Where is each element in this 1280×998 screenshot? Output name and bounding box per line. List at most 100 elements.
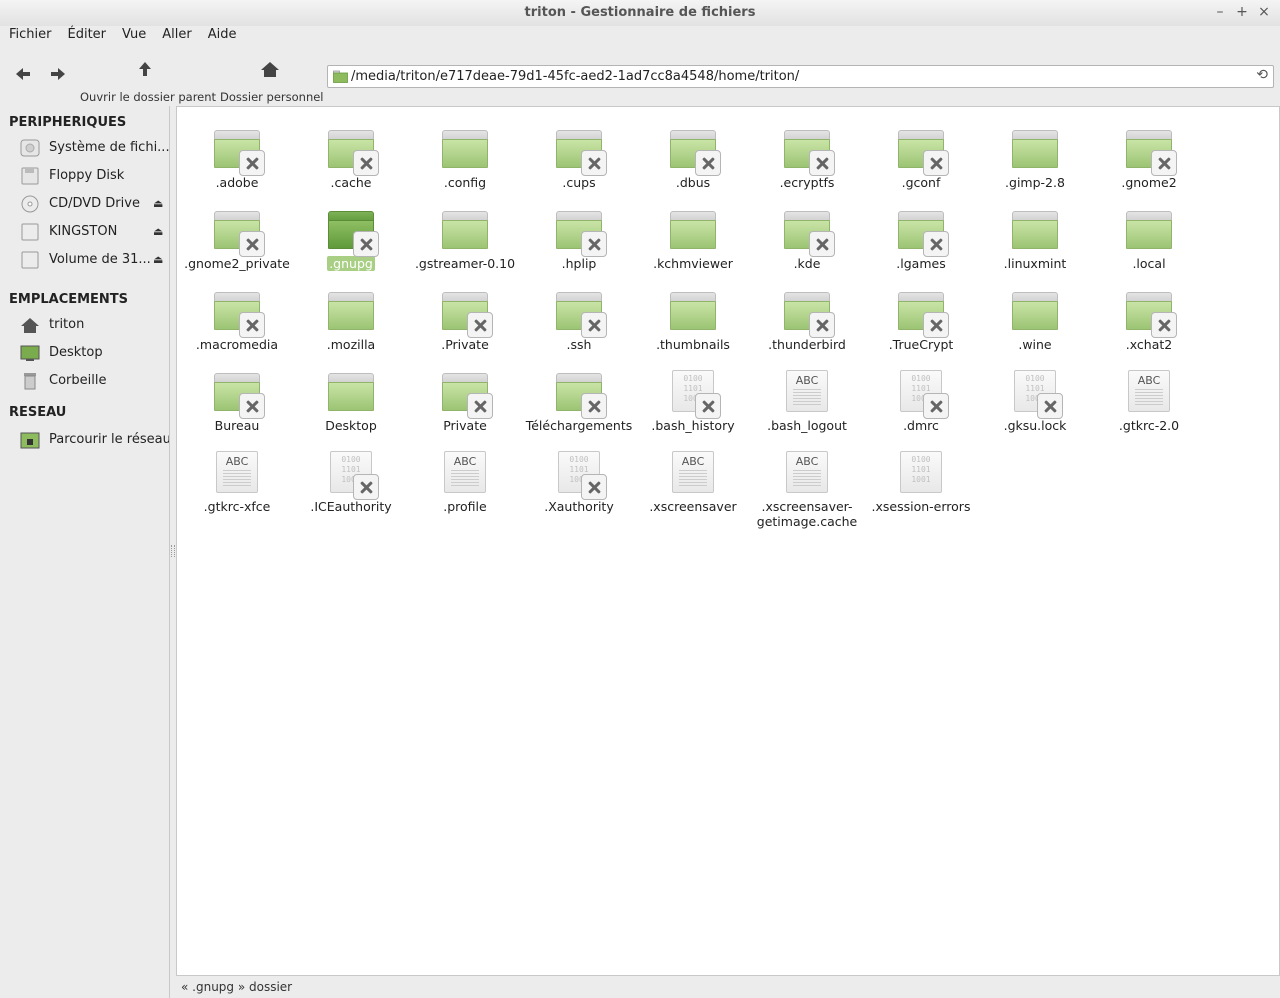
sidebar-item-triton[interactable]: triton [0, 311, 169, 339]
no-access-emblem-icon [923, 231, 949, 257]
path-input[interactable] [351, 67, 1246, 86]
file-item[interactable]: .cache [294, 122, 408, 203]
file-item[interactable]: ABC .gtkrc-xfce [180, 446, 294, 527]
no-access-emblem-icon [581, 312, 607, 338]
file-item[interactable]: .wine [978, 284, 1092, 365]
file-item[interactable]: Téléchargements [522, 365, 636, 446]
file-item[interactable]: 0100 1101 1001 .xsession-errors [864, 446, 978, 527]
pane-resize-handle[interactable] [171, 545, 175, 557]
menu-aide[interactable]: Aide [208, 26, 237, 48]
close-button[interactable]: × [1258, 4, 1270, 20]
no-access-emblem-icon [1151, 150, 1177, 176]
file-item[interactable]: .thumbnails [636, 284, 750, 365]
file-item[interactable]: .gnome2_private [180, 203, 294, 284]
file-item[interactable]: .ssh [522, 284, 636, 365]
window-controls: – + × [1214, 4, 1270, 20]
file-item[interactable]: .TrueCrypt [864, 284, 978, 365]
eject-icon[interactable]: ⏏ [153, 218, 163, 246]
menu-fichier[interactable]: Fichier [9, 26, 52, 48]
file-item[interactable]: ABC .gtkrc-2.0 [1092, 365, 1206, 446]
sidebar-item-desktop[interactable]: Desktop [0, 339, 169, 367]
file-name: .profile [443, 499, 487, 514]
file-item[interactable]: .macromedia [180, 284, 294, 365]
file-name: .macromedia [195, 337, 279, 352]
reload-icon[interactable]: ⟲ [1256, 67, 1268, 83]
sidebar-item-network[interactable]: Parcourir le réseau [0, 426, 169, 454]
minimize-button[interactable]: – [1214, 4, 1226, 20]
file-item[interactable]: ABC .profile [408, 446, 522, 527]
parent-folder-button[interactable]: Ouvrir le dossier parent [80, 58, 216, 104]
folder-icon [1011, 124, 1059, 172]
sidebar-item-volume[interactable]: Volume de 31... ⏏ [0, 246, 169, 274]
file-item[interactable]: .ecryptfs [750, 122, 864, 203]
file-item[interactable]: Bureau [180, 365, 294, 446]
file-item[interactable]: .kchmviewer [636, 203, 750, 284]
network-icon [20, 432, 40, 449]
no-access-emblem-icon [581, 231, 607, 257]
file-name: .TrueCrypt [888, 337, 954, 352]
eject-icon[interactable]: ⏏ [153, 246, 163, 274]
file-item[interactable]: .adobe [180, 122, 294, 203]
cdrom-icon [21, 195, 39, 213]
sidebar-item-kingston[interactable]: KINGSTON ⏏ [0, 218, 169, 246]
no-access-emblem-icon [353, 231, 379, 257]
file-item[interactable]: .gconf [864, 122, 978, 203]
sidebar-item-floppy[interactable]: Floppy Disk [0, 162, 169, 190]
file-item[interactable]: .cups [522, 122, 636, 203]
file-item[interactable]: Desktop [294, 365, 408, 446]
file-item[interactable]: .dbus [636, 122, 750, 203]
back-button[interactable] [12, 66, 34, 86]
file-item[interactable]: ABC .xscreensaver [636, 446, 750, 527]
file-item[interactable]: .thunderbird [750, 284, 864, 365]
file-item[interactable]: 0100 1101 1001 .bash_history [636, 365, 750, 446]
sidebar-item-cdrom[interactable]: CD/DVD Drive ⏏ [0, 190, 169, 218]
binary-file-icon: 0100 1101 1001 [555, 448, 607, 500]
sidebar-item-filesystem[interactable]: Système de fichi... [0, 134, 169, 162]
file-item[interactable]: .Private [408, 284, 522, 365]
file-item[interactable]: ABC .bash_logout [750, 365, 864, 446]
file-item[interactable]: .gnome2 [1092, 122, 1206, 203]
file-item[interactable]: .gstreamer-0.10 [408, 203, 522, 284]
file-name: .gtkrc-2.0 [1118, 418, 1180, 433]
status-bar: « .gnupg » dossier [181, 980, 293, 994]
folder-icon [783, 286, 835, 338]
sidebar-item-trash[interactable]: Corbeille [0, 367, 169, 395]
file-item[interactable]: 0100 1101 1001 .dmrc [864, 365, 978, 446]
file-item[interactable]: .local [1092, 203, 1206, 284]
file-item[interactable]: 0100 1101 1001 .gksu.lock [978, 365, 1092, 446]
file-item[interactable]: 0100 1101 1001 .ICEauthority [294, 446, 408, 527]
menu-vue[interactable]: Vue [122, 26, 146, 48]
file-item[interactable]: .linuxmint [978, 203, 1092, 284]
title-bar: triton - Gestionnaire de fichiers – + × [0, 0, 1280, 26]
no-access-emblem-icon [353, 474, 379, 500]
harddisk-icon [20, 139, 40, 157]
file-item[interactable]: .gnupg [294, 203, 408, 284]
file-name: .cache [330, 175, 372, 190]
arrow-up-icon [139, 62, 151, 76]
file-name: .dbus [675, 175, 711, 190]
menu-editer[interactable]: Éditer [68, 26, 107, 48]
sidebar-item-label: Floppy Disk [49, 168, 125, 183]
file-item[interactable]: .config [408, 122, 522, 203]
file-item[interactable]: ABC .xscreensaver-getimage.cache [750, 446, 864, 529]
file-item[interactable]: .xchat2 [1092, 284, 1206, 365]
eject-icon[interactable]: ⏏ [153, 190, 163, 218]
file-name: .dmrc [903, 418, 939, 433]
text-file-icon: ABC [783, 367, 831, 415]
menu-aller[interactable]: Aller [162, 26, 191, 48]
sidebar-item-label: Corbeille [49, 373, 107, 388]
home-folder-button[interactable]: Dossier personnel [220, 58, 324, 104]
file-name: .lgames [896, 256, 946, 271]
file-item[interactable]: .mozilla [294, 284, 408, 365]
file-item[interactable]: .kde [750, 203, 864, 284]
folder-icon [441, 124, 489, 172]
file-item[interactable]: .gimp-2.8 [978, 122, 1092, 203]
file-item[interactable]: .hplip [522, 203, 636, 284]
maximize-button[interactable]: + [1236, 4, 1248, 20]
file-item[interactable]: .lgames [864, 203, 978, 284]
sidebar-item-label: Système de fichi... [49, 140, 169, 155]
file-item[interactable]: 0100 1101 1001 .Xauthority [522, 446, 636, 527]
file-name: .local [1132, 256, 1166, 271]
forward-button[interactable] [47, 66, 69, 86]
file-item[interactable]: Private [408, 365, 522, 446]
